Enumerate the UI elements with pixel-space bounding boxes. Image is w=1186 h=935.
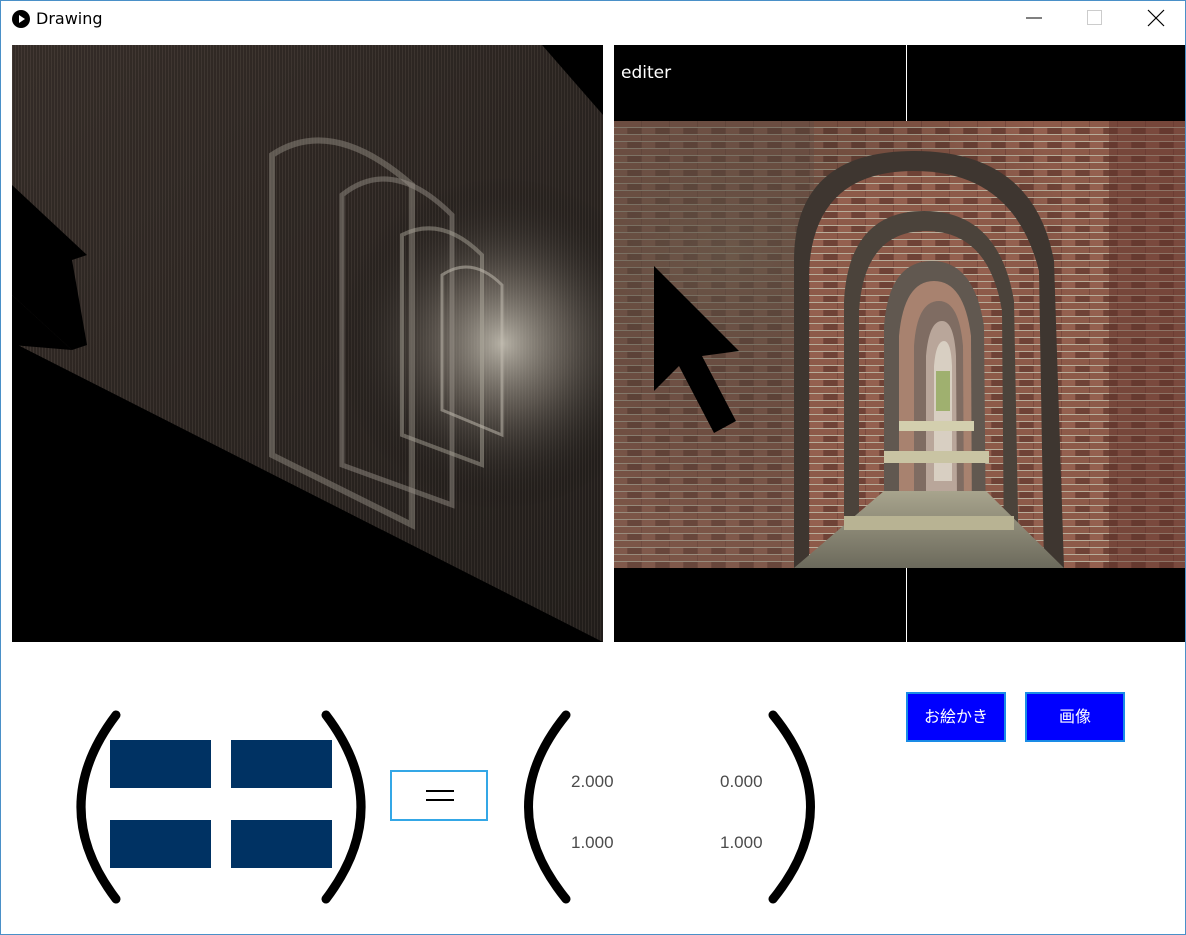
arch-photo bbox=[614, 121, 1185, 568]
matrix-cell-a11[interactable] bbox=[110, 740, 211, 788]
result-value-r1c2: 0.000 bbox=[720, 772, 763, 791]
minimize-icon bbox=[1026, 17, 1042, 19]
result-value-r1c1: 2.000 bbox=[571, 772, 614, 791]
editor-view[interactable]: editer bbox=[614, 45, 1185, 642]
maximize-icon bbox=[1087, 10, 1102, 25]
right-matrix-close-paren bbox=[768, 710, 815, 904]
image-button[interactable]: 画像 bbox=[1025, 692, 1125, 742]
left-matrix-close-paren bbox=[321, 710, 366, 904]
matrix-cell-a22[interactable] bbox=[231, 820, 332, 868]
minimize-button[interactable] bbox=[1004, 1, 1064, 35]
matrix-cell-a21[interactable] bbox=[110, 820, 211, 868]
sheared-photo bbox=[12, 45, 603, 642]
left-matrix-open-paren bbox=[76, 710, 121, 904]
panel-divider bbox=[603, 45, 614, 642]
center-guide-top bbox=[906, 45, 907, 121]
title-bar: Drawing bbox=[1, 1, 1185, 35]
window-title: Drawing bbox=[36, 9, 103, 28]
close-button[interactable] bbox=[1126, 1, 1185, 35]
right-matrix-open-paren bbox=[524, 710, 571, 904]
result-value-r2c2: 1.000 bbox=[720, 833, 763, 852]
matrix-panel: 2.000 0.000 1.000 1.000 お絵かき 画像 bbox=[1, 642, 1185, 934]
maximize-button[interactable] bbox=[1065, 1, 1125, 35]
drawing-canvas-area: editer bbox=[12, 45, 1185, 642]
center-guide-bottom bbox=[906, 568, 907, 642]
equals-button[interactable] bbox=[390, 770, 488, 821]
matrix-cell-a12[interactable] bbox=[231, 740, 332, 788]
app-play-icon bbox=[12, 10, 30, 28]
transformed-image-view[interactable] bbox=[12, 45, 603, 642]
app-window: Drawing editer 2.000 0.000 1.000 1.000 お… bbox=[0, 0, 1186, 935]
draw-button[interactable]: お絵かき bbox=[906, 692, 1006, 742]
close-icon bbox=[1147, 9, 1165, 27]
result-value-r2c1: 1.000 bbox=[571, 833, 614, 852]
equals-icon bbox=[426, 790, 454, 801]
editor-label: editer bbox=[621, 63, 672, 83]
